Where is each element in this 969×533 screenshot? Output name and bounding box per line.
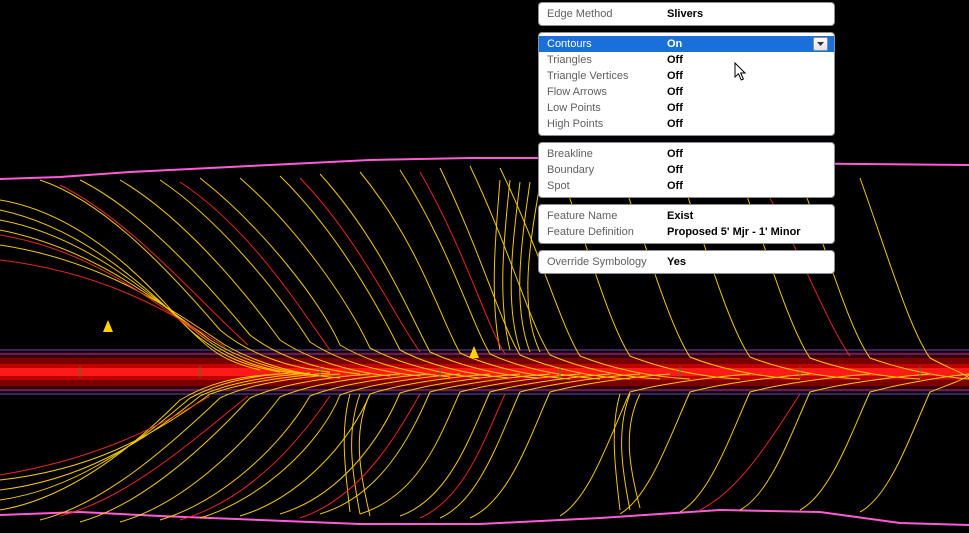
row-contours[interactable]: ContoursOn bbox=[539, 36, 834, 52]
row-high-points[interactable]: High PointsOff bbox=[539, 116, 834, 132]
row-flow-arrows[interactable]: Flow ArrowsOff bbox=[539, 84, 834, 100]
low-points-label: Low Points bbox=[547, 102, 667, 114]
override-symbology-label: Override Symbology bbox=[547, 256, 667, 268]
feature-definition-value: Proposed 5' Mjr - 1' Minor bbox=[667, 226, 826, 238]
panel-override: Override Symbology Yes bbox=[538, 250, 835, 274]
row-triangle-vertices[interactable]: Triangle VerticesOff bbox=[539, 68, 834, 84]
edge-method-value: Slivers bbox=[667, 8, 826, 20]
override-symbology-value: Yes bbox=[667, 256, 826, 268]
panel-edge-method: Edge Method Slivers bbox=[538, 2, 835, 26]
row-feature-definition[interactable]: Feature DefinitionProposed 5' Mjr - 1' M… bbox=[539, 224, 834, 240]
chevron-down-icon bbox=[817, 42, 824, 46]
triangles-label: Triangles bbox=[547, 54, 667, 66]
panel-feature: Feature NameExistFeature DefinitionPropo… bbox=[538, 204, 835, 244]
triangles-value: Off bbox=[667, 54, 826, 66]
row-feature-name[interactable]: Feature NameExist bbox=[539, 208, 834, 224]
high-points-label: High Points bbox=[547, 118, 667, 130]
contours-value: On bbox=[667, 38, 826, 50]
row-edge-method[interactable]: Edge Method Slivers bbox=[539, 6, 834, 22]
flow-arrows-value: Off bbox=[667, 86, 826, 98]
breakline-value: Off bbox=[667, 148, 826, 160]
contours-dropdown-button[interactable] bbox=[813, 37, 828, 51]
row-low-points[interactable]: Low PointsOff bbox=[539, 100, 834, 116]
panel-breakline: BreaklineOffBoundaryOffSpotOff bbox=[538, 142, 835, 198]
triangle-vertices-label: Triangle Vertices bbox=[547, 70, 667, 82]
breakline-label: Breakline bbox=[547, 148, 667, 160]
high-points-value: Off bbox=[667, 118, 826, 130]
row-triangles[interactable]: TrianglesOff bbox=[539, 52, 834, 68]
row-boundary[interactable]: BoundaryOff bbox=[539, 162, 834, 178]
feature-name-value: Exist bbox=[667, 210, 826, 222]
feature-definition-label: Feature Definition bbox=[547, 226, 667, 238]
boundary-value: Off bbox=[667, 164, 826, 176]
row-spot[interactable]: SpotOff bbox=[539, 178, 834, 194]
row-breakline[interactable]: BreaklineOff bbox=[539, 146, 834, 162]
feature-name-label: Feature Name bbox=[547, 210, 667, 222]
low-points-value: Off bbox=[667, 102, 826, 114]
triangle-vertices-value: Off bbox=[667, 70, 826, 82]
panel-display-toggles: ContoursOnTrianglesOffTriangle VerticesO… bbox=[538, 32, 835, 136]
contours-label: Contours bbox=[547, 38, 667, 50]
properties-overlay: Edge Method Slivers ContoursOnTrianglesO… bbox=[538, 2, 835, 274]
edge-method-label: Edge Method bbox=[547, 8, 667, 20]
row-override-symbology[interactable]: Override Symbology Yes bbox=[539, 254, 834, 270]
spot-value: Off bbox=[667, 180, 826, 192]
spot-label: Spot bbox=[547, 180, 667, 192]
flow-arrows-label: Flow Arrows bbox=[547, 86, 667, 98]
boundary-label: Boundary bbox=[547, 164, 667, 176]
